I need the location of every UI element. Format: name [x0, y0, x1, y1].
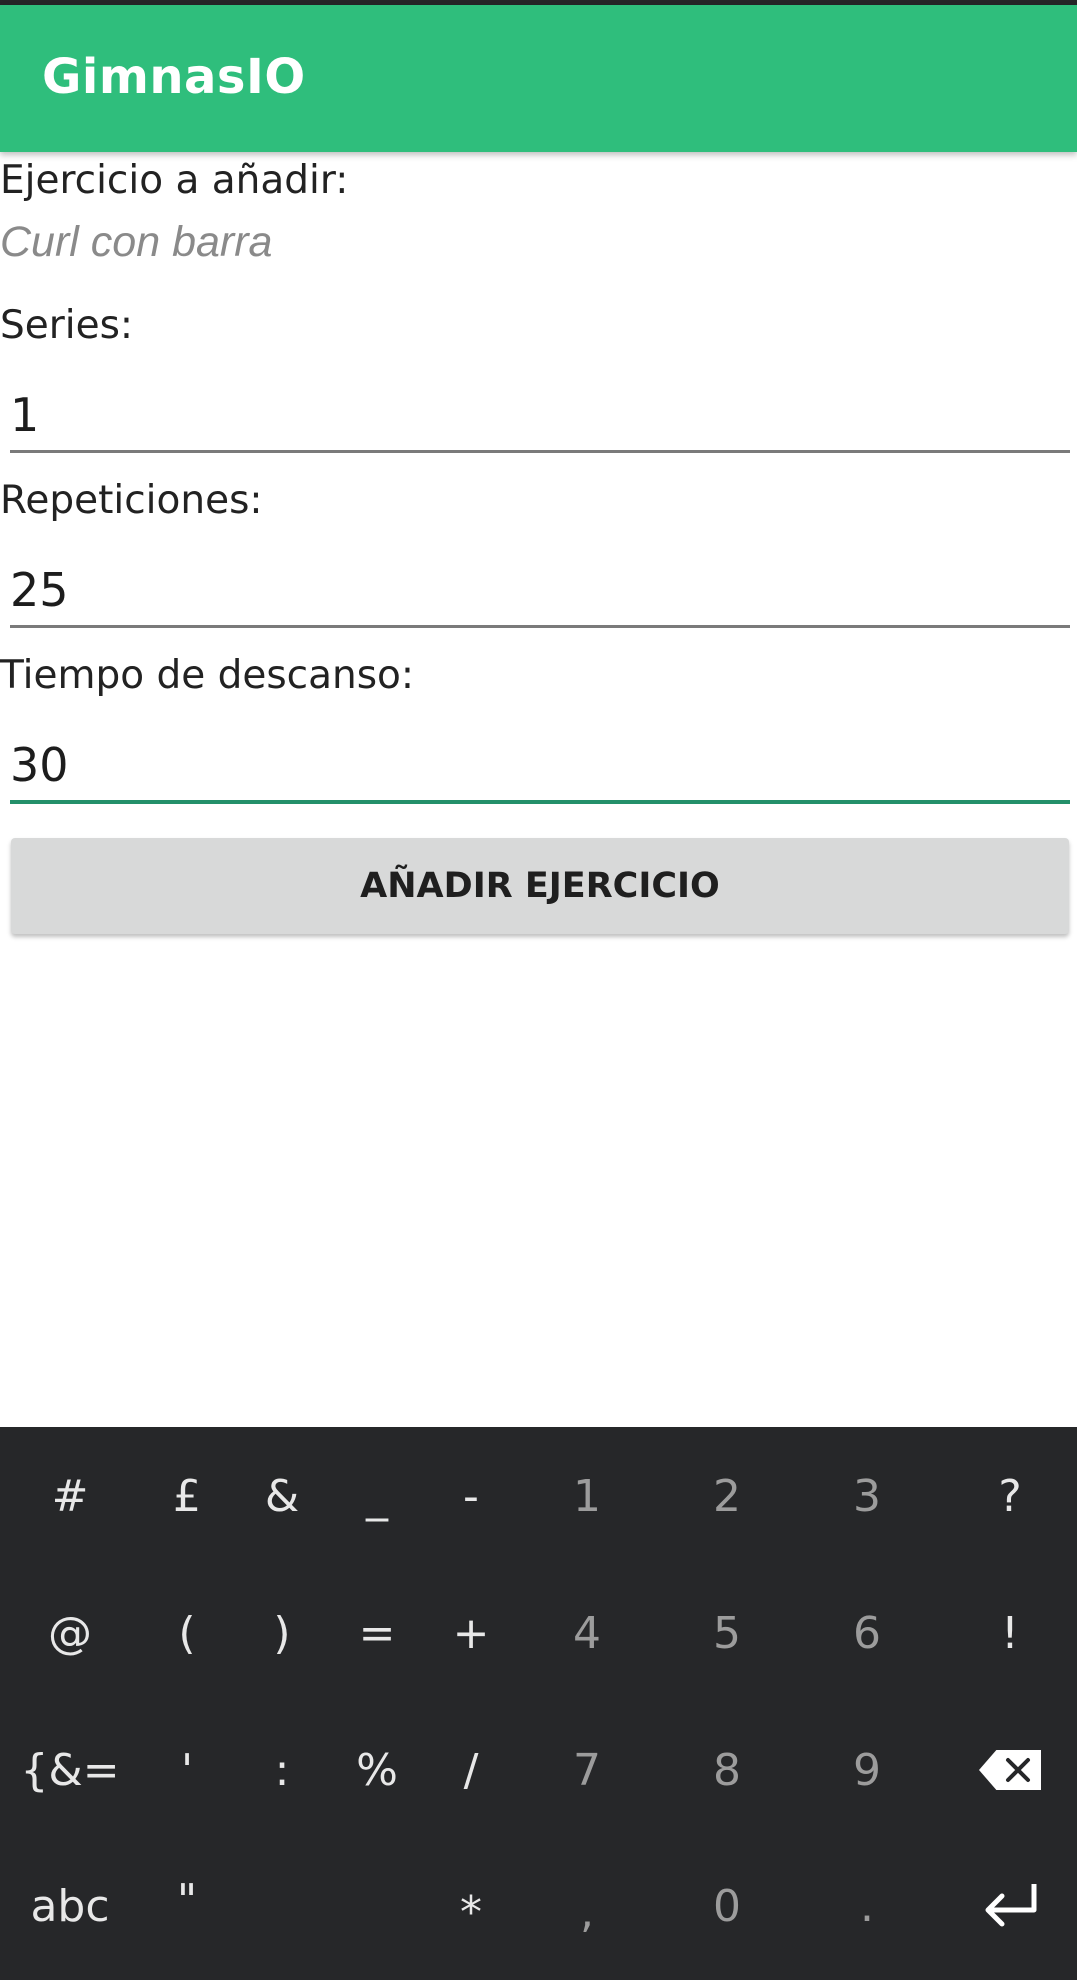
key[interactable]: +: [421, 1593, 521, 1673]
key[interactable]: 1: [537, 1456, 637, 1536]
key[interactable]: 0: [677, 1866, 777, 1946]
key[interactable]: 4: [537, 1593, 637, 1673]
rest-value: 30: [10, 738, 69, 792]
screen-bottom-edge: [0, 1980, 1077, 1987]
rest-label: Tiempo de descanso:: [0, 653, 415, 698]
key[interactable]: 7: [537, 1730, 637, 1810]
series-value: 1: [10, 388, 40, 442]
key[interactable]: =: [327, 1593, 427, 1673]
enter-key[interactable]: [960, 1866, 1060, 1946]
key[interactable]: _: [327, 1456, 427, 1536]
series-input[interactable]: 1: [10, 370, 1070, 453]
key[interactable]: abc: [5, 1866, 135, 1946]
keyboard: # £ & _ - 1 2 3 ? @ ( ) = + 4 5 6 ! {&= …: [0, 1427, 1077, 1980]
key[interactable]: 6: [817, 1593, 917, 1673]
key[interactable]: {&=: [5, 1730, 135, 1810]
rest-input[interactable]: 30: [10, 720, 1070, 804]
key[interactable]: /: [421, 1730, 521, 1810]
key[interactable]: (: [137, 1593, 237, 1673]
exercise-name: Curl con barra: [0, 218, 273, 266]
key[interactable]: :: [232, 1730, 332, 1810]
reps-value: 25: [10, 563, 69, 617]
backspace-icon: [979, 1750, 1041, 1790]
key[interactable]: *: [421, 1872, 521, 1952]
key[interactable]: 3: [817, 1456, 917, 1536]
key[interactable]: ": [137, 1860, 237, 1940]
series-label: Series:: [0, 303, 134, 348]
reps-input[interactable]: 25: [10, 545, 1070, 628]
exercise-label: Ejercicio a añadir:: [0, 158, 349, 203]
key[interactable]: 9: [817, 1730, 917, 1810]
key[interactable]: 8: [677, 1730, 777, 1810]
key[interactable]: -: [421, 1456, 521, 1536]
key[interactable]: £: [137, 1456, 237, 1536]
enter-icon: [985, 1884, 1037, 1927]
key[interactable]: %: [327, 1730, 427, 1810]
add-exercise-button[interactable]: AÑADIR EJERCICIO: [11, 838, 1069, 934]
key[interactable]: 5: [677, 1593, 777, 1673]
app-title: GimnasIO: [42, 49, 306, 105]
key[interactable]: !: [960, 1593, 1060, 1673]
reps-label: Repeticiones:: [0, 478, 263, 523]
key[interactable]: 2: [677, 1456, 777, 1536]
backspace-key[interactable]: [960, 1730, 1060, 1810]
key[interactable]: ,: [537, 1872, 637, 1952]
key[interactable]: @: [20, 1593, 120, 1673]
key[interactable]: .: [817, 1866, 917, 1946]
space-key[interactable]: [225, 1866, 415, 1946]
key[interactable]: ': [137, 1730, 237, 1810]
key[interactable]: ): [232, 1593, 332, 1673]
key[interactable]: #: [20, 1456, 120, 1536]
key[interactable]: &: [232, 1456, 332, 1536]
app-bar: GimnasIO: [0, 5, 1077, 152]
key[interactable]: ?: [960, 1456, 1060, 1536]
